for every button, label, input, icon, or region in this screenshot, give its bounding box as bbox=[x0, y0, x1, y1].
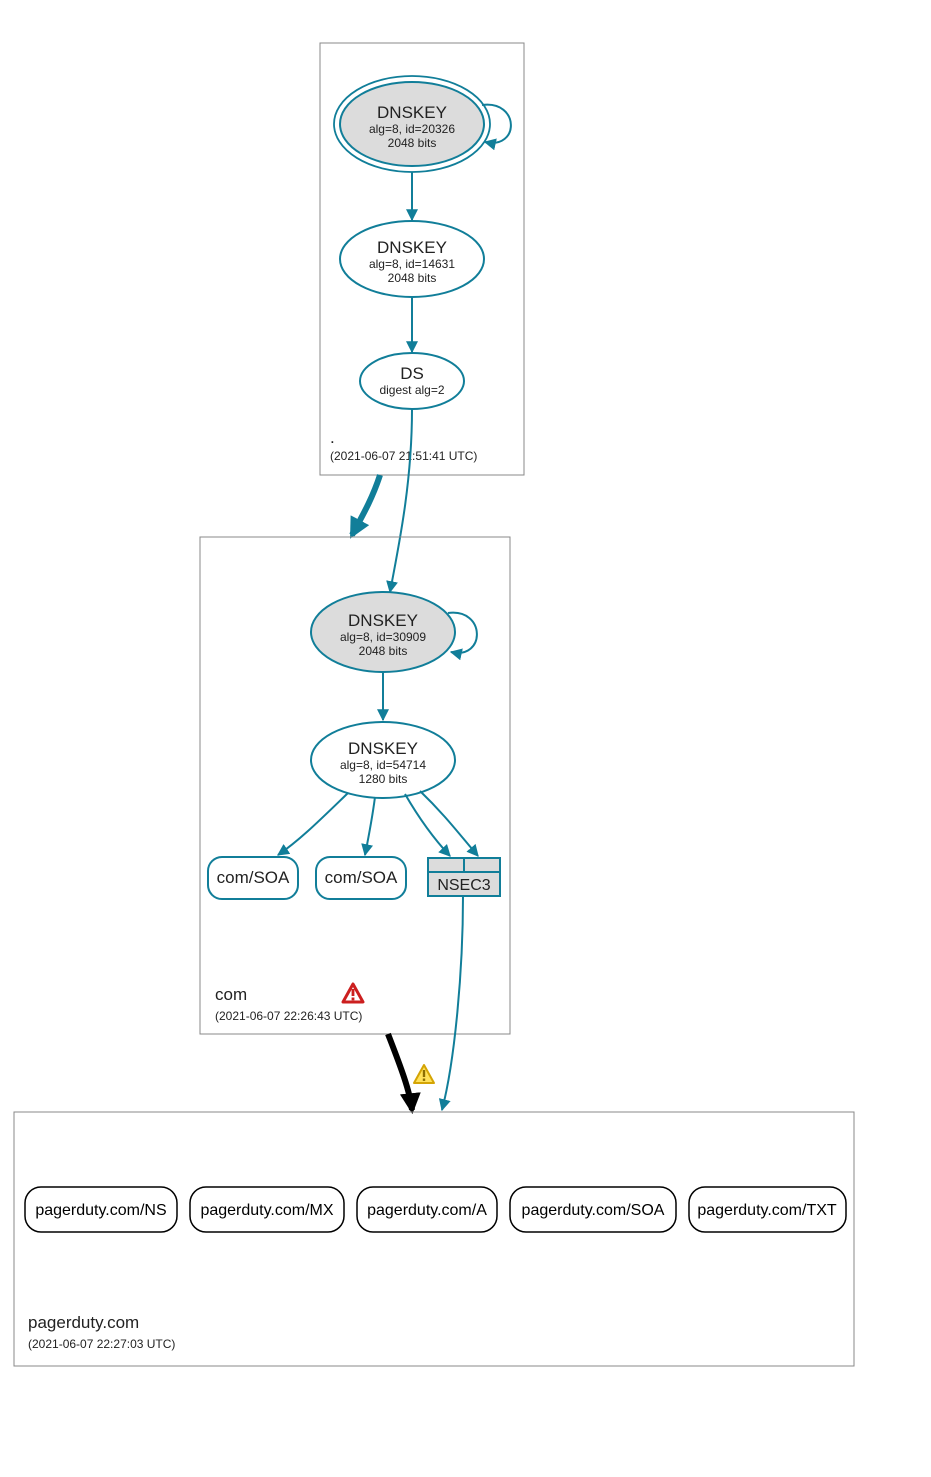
svg-text:digest alg=2: digest alg=2 bbox=[379, 383, 444, 397]
zone-ts-pagerduty: (2021-06-07 22:27:03 UTC) bbox=[28, 1337, 175, 1351]
warning-icon bbox=[414, 1065, 434, 1083]
node-com-soa-2: com/SOA bbox=[316, 857, 406, 899]
svg-text:2048 bits: 2048 bits bbox=[388, 271, 437, 285]
zone-ts-com: (2021-06-07 22:26:43 UTC) bbox=[215, 1009, 362, 1023]
svg-text:com/SOA: com/SOA bbox=[217, 868, 290, 887]
error-icon bbox=[343, 984, 363, 1002]
node-root-dnskey-zsk: DNSKEY alg=8, id=14631 2048 bits bbox=[340, 221, 484, 297]
edge-com-to-pagerduty-delegation bbox=[388, 1034, 412, 1110]
edge-com-zsk-nsec3-b bbox=[420, 791, 478, 856]
edge-nsec3-to-pagerduty bbox=[442, 896, 463, 1110]
node-com-dnskey-ksk: DNSKEY alg=8, id=30909 2048 bits bbox=[311, 592, 455, 672]
zone-ts-root: (2021-06-07 21:51:41 UTC) bbox=[330, 449, 477, 463]
edge-root-to-com-delegation bbox=[352, 475, 380, 535]
node-root-ds: DS digest alg=2 bbox=[360, 353, 464, 409]
node-com-nsec3: NSEC3 bbox=[428, 858, 500, 896]
edge-com-zsk-nsec3-a bbox=[405, 794, 450, 856]
zone-name-root: . bbox=[330, 428, 335, 447]
svg-text:pagerduty.com/TXT: pagerduty.com/TXT bbox=[697, 1202, 837, 1219]
svg-text:alg=8, id=20326: alg=8, id=20326 bbox=[369, 122, 455, 136]
node-pagerduty-ns: pagerduty.com/NS bbox=[25, 1187, 177, 1232]
svg-text:com/SOA: com/SOA bbox=[325, 868, 398, 887]
svg-text:alg=8, id=30909: alg=8, id=30909 bbox=[340, 630, 426, 644]
edge-root-ds-to-com-ksk bbox=[390, 409, 412, 592]
svg-text:DS: DS bbox=[400, 364, 424, 383]
svg-text:NSEC3: NSEC3 bbox=[437, 877, 490, 894]
zone-name-com: com bbox=[215, 985, 247, 1004]
node-pagerduty-a: pagerduty.com/A bbox=[357, 1187, 497, 1232]
node-pagerduty-mx: pagerduty.com/MX bbox=[190, 1187, 344, 1232]
node-pagerduty-soa: pagerduty.com/SOA bbox=[510, 1187, 676, 1232]
zone-box-pagerduty bbox=[14, 1112, 854, 1366]
svg-text:DNSKEY: DNSKEY bbox=[348, 739, 418, 758]
svg-text:2048 bits: 2048 bits bbox=[388, 136, 437, 150]
svg-text:2048 bits: 2048 bits bbox=[359, 644, 408, 658]
svg-text:DNSKEY: DNSKEY bbox=[377, 103, 447, 122]
svg-text:pagerduty.com/NS: pagerduty.com/NS bbox=[35, 1202, 166, 1219]
edge-com-zsk-soa2 bbox=[365, 797, 375, 855]
svg-text:alg=8, id=54714: alg=8, id=54714 bbox=[340, 758, 426, 772]
node-pagerduty-txt: pagerduty.com/TXT bbox=[689, 1187, 846, 1232]
svg-text:pagerduty.com/A: pagerduty.com/A bbox=[367, 1202, 487, 1219]
svg-text:pagerduty.com/MX: pagerduty.com/MX bbox=[200, 1202, 333, 1219]
svg-text:DNSKEY: DNSKEY bbox=[377, 238, 447, 257]
svg-text:pagerduty.com/SOA: pagerduty.com/SOA bbox=[522, 1202, 665, 1219]
node-com-soa-1: com/SOA bbox=[208, 857, 298, 899]
svg-text:1280 bits: 1280 bits bbox=[359, 772, 408, 786]
zone-name-pagerduty: pagerduty.com bbox=[28, 1313, 139, 1332]
svg-text:DNSKEY: DNSKEY bbox=[348, 611, 418, 630]
edge-com-zsk-soa1 bbox=[278, 793, 348, 855]
node-root-dnskey-ksk: DNSKEY alg=8, id=20326 2048 bits bbox=[334, 76, 490, 172]
svg-text:alg=8, id=14631: alg=8, id=14631 bbox=[369, 257, 455, 271]
node-com-dnskey-zsk: DNSKEY alg=8, id=54714 1280 bits bbox=[311, 722, 455, 798]
